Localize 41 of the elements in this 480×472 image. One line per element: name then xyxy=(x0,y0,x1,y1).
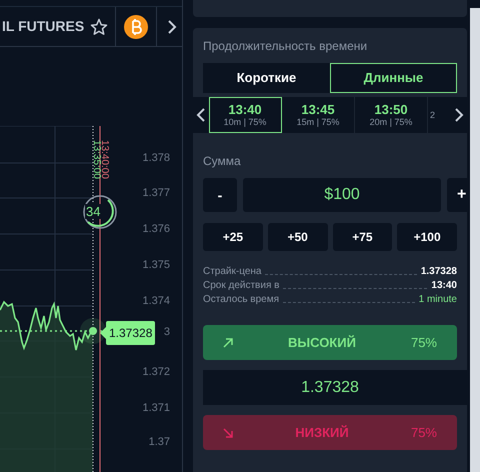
time-label: 13:35:00 xyxy=(91,140,101,179)
info-value: 13:40 xyxy=(431,279,457,292)
decrease-button[interactable]: - xyxy=(203,178,237,212)
chevron-right-icon[interactable] xyxy=(454,107,464,123)
section-title: Сумма xyxy=(203,153,242,170)
axis-label: 1.376 xyxy=(142,222,170,237)
axis-label: 3 xyxy=(164,325,170,340)
price-display: 1.37328 xyxy=(203,370,467,405)
preset-button[interactable]: +75 xyxy=(332,223,392,251)
high-button[interactable]: ВЫСОКИЙ 75% xyxy=(203,325,457,360)
expiry-slot[interactable]: 13:45 15m | 75% xyxy=(282,97,355,133)
price-tag-pointer-icon xyxy=(100,327,106,339)
info-label: Срок действия в xyxy=(203,279,280,292)
amount-field[interactable]: $100 xyxy=(243,178,441,212)
expiry-slot[interactable]: 13:50 20m | 75% xyxy=(355,97,428,133)
preset-button[interactable]: +25 xyxy=(203,223,263,251)
arrow-down-right-icon xyxy=(223,428,233,438)
duration-tab[interactable]: Длинные xyxy=(330,63,457,93)
expiry-slot[interactable]: 13:40 10m | 75% xyxy=(209,97,282,133)
duration-tab[interactable]: Короткие xyxy=(203,63,330,93)
countdown-text: 34 xyxy=(85,204,102,219)
chevron-right-icon[interactable] xyxy=(167,18,178,34)
chevron-left-icon[interactable] xyxy=(196,107,206,123)
preset-button[interactable]: +100 xyxy=(397,223,457,251)
info-value: 1.37328 xyxy=(420,265,457,278)
axis-label: 1.378 xyxy=(142,151,170,166)
axis-label: 1.377 xyxy=(142,186,170,201)
section-title: Продолжительность времени xyxy=(203,38,368,55)
preset-button[interactable]: +50 xyxy=(268,223,328,251)
asset-name: IL FUTURES xyxy=(2,17,84,36)
axis-label: 1.37 xyxy=(148,435,170,450)
info-value: 1 minute xyxy=(418,293,457,306)
axis-label: 1.375 xyxy=(142,258,170,273)
info-label: Осталось время xyxy=(203,293,280,306)
star-icon[interactable] xyxy=(90,18,108,36)
info-label: Страйк-цена xyxy=(203,265,262,278)
axis-label: 1.372 xyxy=(142,365,170,380)
axis-label: 1.371 xyxy=(142,401,170,416)
arrow-up-right-icon xyxy=(223,338,233,348)
axis-label: 1.374 xyxy=(142,294,170,309)
coin-icon[interactable] xyxy=(124,14,148,38)
